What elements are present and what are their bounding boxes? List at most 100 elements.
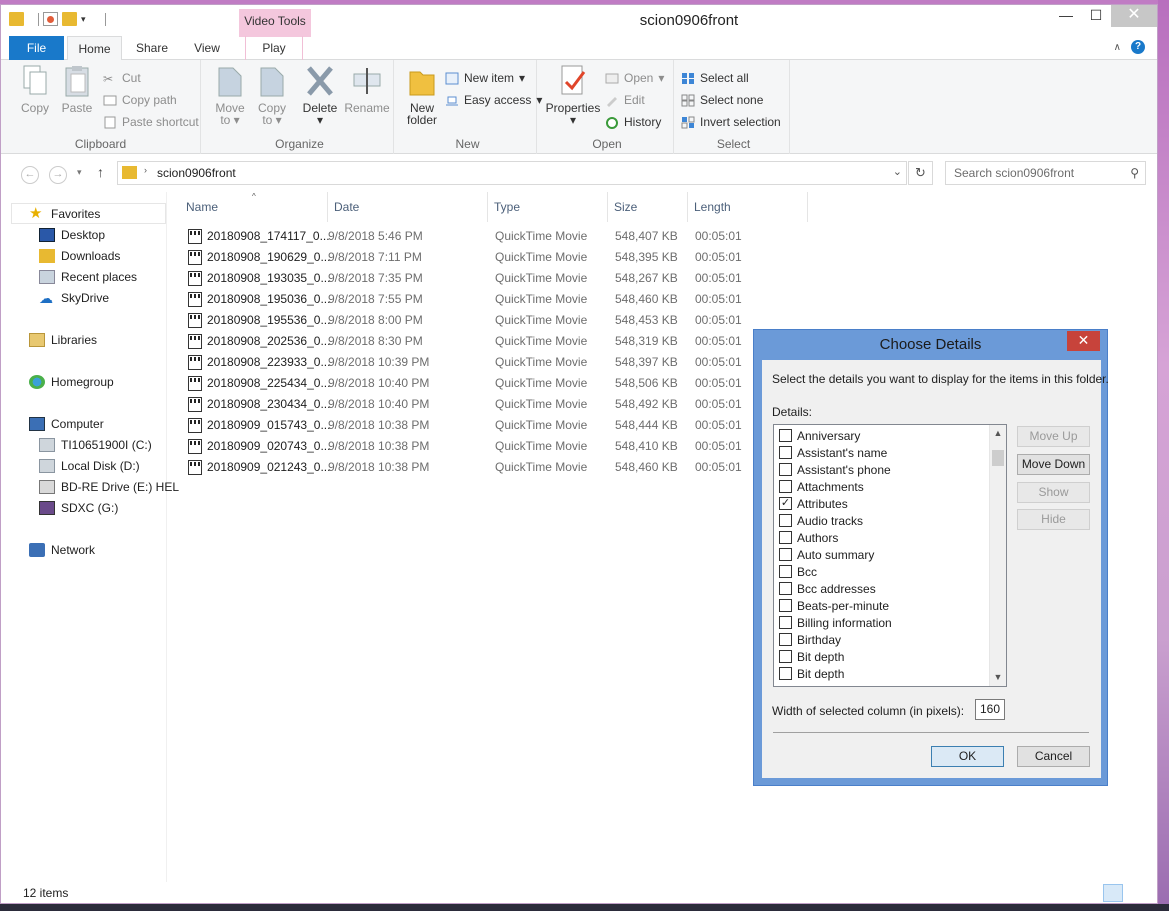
- breadcrumb-current[interactable]: scion0906front: [157, 166, 236, 180]
- search-input[interactable]: Search scion0906front ⚲: [945, 161, 1146, 185]
- detail-checkbox[interactable]: [779, 633, 792, 646]
- back-button[interactable]: ←: [21, 166, 39, 184]
- detail-checkbox[interactable]: [779, 531, 792, 544]
- large-icons-view-button[interactable]: [1125, 884, 1145, 902]
- column-header-name[interactable]: Name: [180, 192, 328, 222]
- open-button[interactable]: Open ▾: [605, 68, 664, 88]
- tab-file[interactable]: File: [9, 36, 64, 60]
- show-button[interactable]: Show: [1017, 482, 1090, 503]
- dialog-close-button[interactable]: ✕: [1067, 331, 1100, 351]
- detail-checkbox[interactable]: [779, 514, 792, 527]
- address-history-chevron-icon[interactable]: ⌄: [893, 165, 902, 178]
- scroll-down-arrow[interactable]: ▼: [990, 669, 1006, 686]
- nav-libraries[interactable]: Libraries: [29, 330, 97, 350]
- minimize-ribbon-icon[interactable]: ∧: [1114, 42, 1121, 53]
- table-row[interactable]: 20180908_174117_0... 9/8/2018 5:46 PM Quic…: [186, 226, 746, 247]
- cut-button[interactable]: ✂ Cut: [103, 68, 141, 88]
- new-folder-button[interactable]: New folder: [401, 64, 443, 126]
- detail-option[interactable]: Bcc: [779, 563, 817, 580]
- table-row[interactable]: 20180909_015743_0... 9/8/2018 10:38 PM Qui…: [186, 415, 746, 436]
- detail-checkbox[interactable]: [779, 565, 792, 578]
- table-row[interactable]: 20180909_020743_0... 9/8/2018 10:38 PM Qui…: [186, 436, 746, 457]
- select-none-button[interactable]: Select none: [681, 90, 763, 110]
- nav-network[interactable]: Network: [29, 540, 95, 560]
- detail-option[interactable]: Birthday: [779, 631, 841, 648]
- table-row[interactable]: 20180908_193035_0... 9/8/2018 7:35 PM Quic…: [186, 268, 746, 289]
- ok-button[interactable]: OK: [931, 746, 1004, 767]
- table-row[interactable]: 20180909_021243_0... 9/8/2018 10:38 PM Qui…: [186, 457, 746, 478]
- nav-skydrive[interactable]: ☁ SkyDrive: [39, 288, 109, 308]
- table-row[interactable]: 20180908_230434_0... 9/8/2018 10:40 PM Qui…: [186, 394, 746, 415]
- up-arrow-icon[interactable]: ↑: [97, 164, 104, 180]
- details-listbox[interactable]: Anniversary Assistant's name Assistant's p…: [773, 424, 1007, 687]
- nav-drive-d[interactable]: Local Disk (D:): [39, 456, 140, 476]
- detail-checkbox[interactable]: [779, 582, 792, 595]
- detail-option[interactable]: Auto summary: [779, 546, 874, 563]
- nav-favorites[interactable]: ★ Favorites: [29, 204, 100, 224]
- nav-downloads[interactable]: Downloads: [39, 246, 120, 266]
- move-to-button[interactable]: Move to ▾: [210, 64, 250, 126]
- detail-checkbox[interactable]: [779, 429, 792, 442]
- rename-button[interactable]: Rename: [344, 64, 390, 114]
- nav-homegroup[interactable]: Homegroup: [29, 372, 114, 392]
- detail-option[interactable]: Bit depth: [779, 648, 844, 665]
- new-item-button[interactable]: New item ▾: [445, 68, 525, 88]
- address-bar[interactable]: › scion0906front ⌄: [117, 161, 907, 185]
- detail-option[interactable]: Beats-per-minute: [779, 597, 889, 614]
- detail-checkbox[interactable]: [779, 446, 792, 459]
- table-row[interactable]: 20180908_195536_0... 9/8/2018 8:00 PM Quic…: [186, 310, 746, 331]
- column-header-date[interactable]: Date: [328, 192, 488, 222]
- nav-drive-c[interactable]: TI10651900I (C:): [39, 435, 152, 455]
- nav-computer[interactable]: Computer: [29, 414, 104, 434]
- detail-checkbox[interactable]: [779, 463, 792, 476]
- detail-option[interactable]: Billing information: [779, 614, 892, 631]
- paste-shortcut-button[interactable]: Paste shortcut: [103, 112, 199, 132]
- properties-button[interactable]: Properties ▾: [545, 64, 601, 126]
- paste-button[interactable]: Paste: [57, 64, 97, 114]
- detail-option[interactable]: Assistant's phone: [779, 461, 891, 478]
- table-row[interactable]: 20180908_190629_0... 9/8/2018 7:11 PM Quic…: [186, 247, 746, 268]
- nav-drive-e[interactable]: BD-RE Drive (E:) HEL: [39, 477, 179, 497]
- select-all-button[interactable]: Select all: [681, 68, 749, 88]
- detail-option[interactable]: Assistant's name: [779, 444, 887, 461]
- detail-checkbox[interactable]: [779, 650, 792, 663]
- nav-drive-g[interactable]: SDXC (G:): [39, 498, 118, 518]
- history-button[interactable]: History: [605, 112, 661, 132]
- table-row[interactable]: 20180908_223933_0... 9/8/2018 10:39 PM Qui…: [186, 352, 746, 373]
- copy-button[interactable]: Copy: [15, 64, 55, 114]
- detail-option[interactable]: Audio tracks: [779, 512, 863, 529]
- copy-path-button[interactable]: Copy path: [103, 90, 177, 110]
- tab-play[interactable]: Play: [245, 36, 303, 60]
- column-header-length[interactable]: Length: [688, 192, 808, 222]
- detail-option[interactable]: Bit depth: [779, 665, 844, 682]
- help-icon[interactable]: ?: [1131, 40, 1145, 54]
- table-row[interactable]: 20180908_202536_0... 9/8/2018 8:30 PM Quic…: [186, 331, 746, 352]
- detail-option[interactable]: Attachments: [779, 478, 864, 495]
- search-icon[interactable]: ⚲: [1130, 162, 1139, 184]
- scroll-up-arrow[interactable]: ▲: [990, 425, 1006, 442]
- move-up-button[interactable]: Move Up: [1017, 426, 1090, 447]
- minimize-button[interactable]: —: [1051, 5, 1081, 27]
- cancel-button[interactable]: Cancel: [1017, 746, 1090, 767]
- hide-button[interactable]: Hide: [1017, 509, 1090, 530]
- easy-access-button[interactable]: Easy access ▾: [445, 90, 542, 110]
- detail-checkbox[interactable]: [779, 667, 792, 680]
- table-row[interactable]: 20180908_225434_0... 9/8/2018 10:40 PM Qui…: [186, 373, 746, 394]
- recent-locations-icon[interactable]: ▾: [77, 167, 82, 178]
- scroll-thumb[interactable]: [992, 450, 1004, 466]
- detail-checkbox[interactable]: ✓: [779, 497, 792, 510]
- refresh-button[interactable]: ↻: [908, 161, 933, 185]
- edit-button[interactable]: Edit: [605, 90, 645, 110]
- forward-button[interactable]: →: [49, 166, 67, 184]
- detail-option[interactable]: Bcc addresses: [779, 580, 876, 597]
- column-width-input[interactable]: 160: [975, 699, 1005, 720]
- invert-selection-button[interactable]: Invert selection: [681, 112, 781, 132]
- details-view-button[interactable]: [1103, 884, 1123, 902]
- column-header-type[interactable]: Type: [488, 192, 608, 222]
- detail-option[interactable]: ✓ Attributes: [779, 495, 848, 512]
- detail-option[interactable]: Anniversary: [779, 427, 860, 444]
- move-down-button[interactable]: Move Down: [1017, 454, 1090, 475]
- maximize-button[interactable]: ☐: [1081, 5, 1111, 27]
- detail-checkbox[interactable]: [779, 480, 792, 493]
- nav-recent-places[interactable]: Recent places: [39, 267, 137, 287]
